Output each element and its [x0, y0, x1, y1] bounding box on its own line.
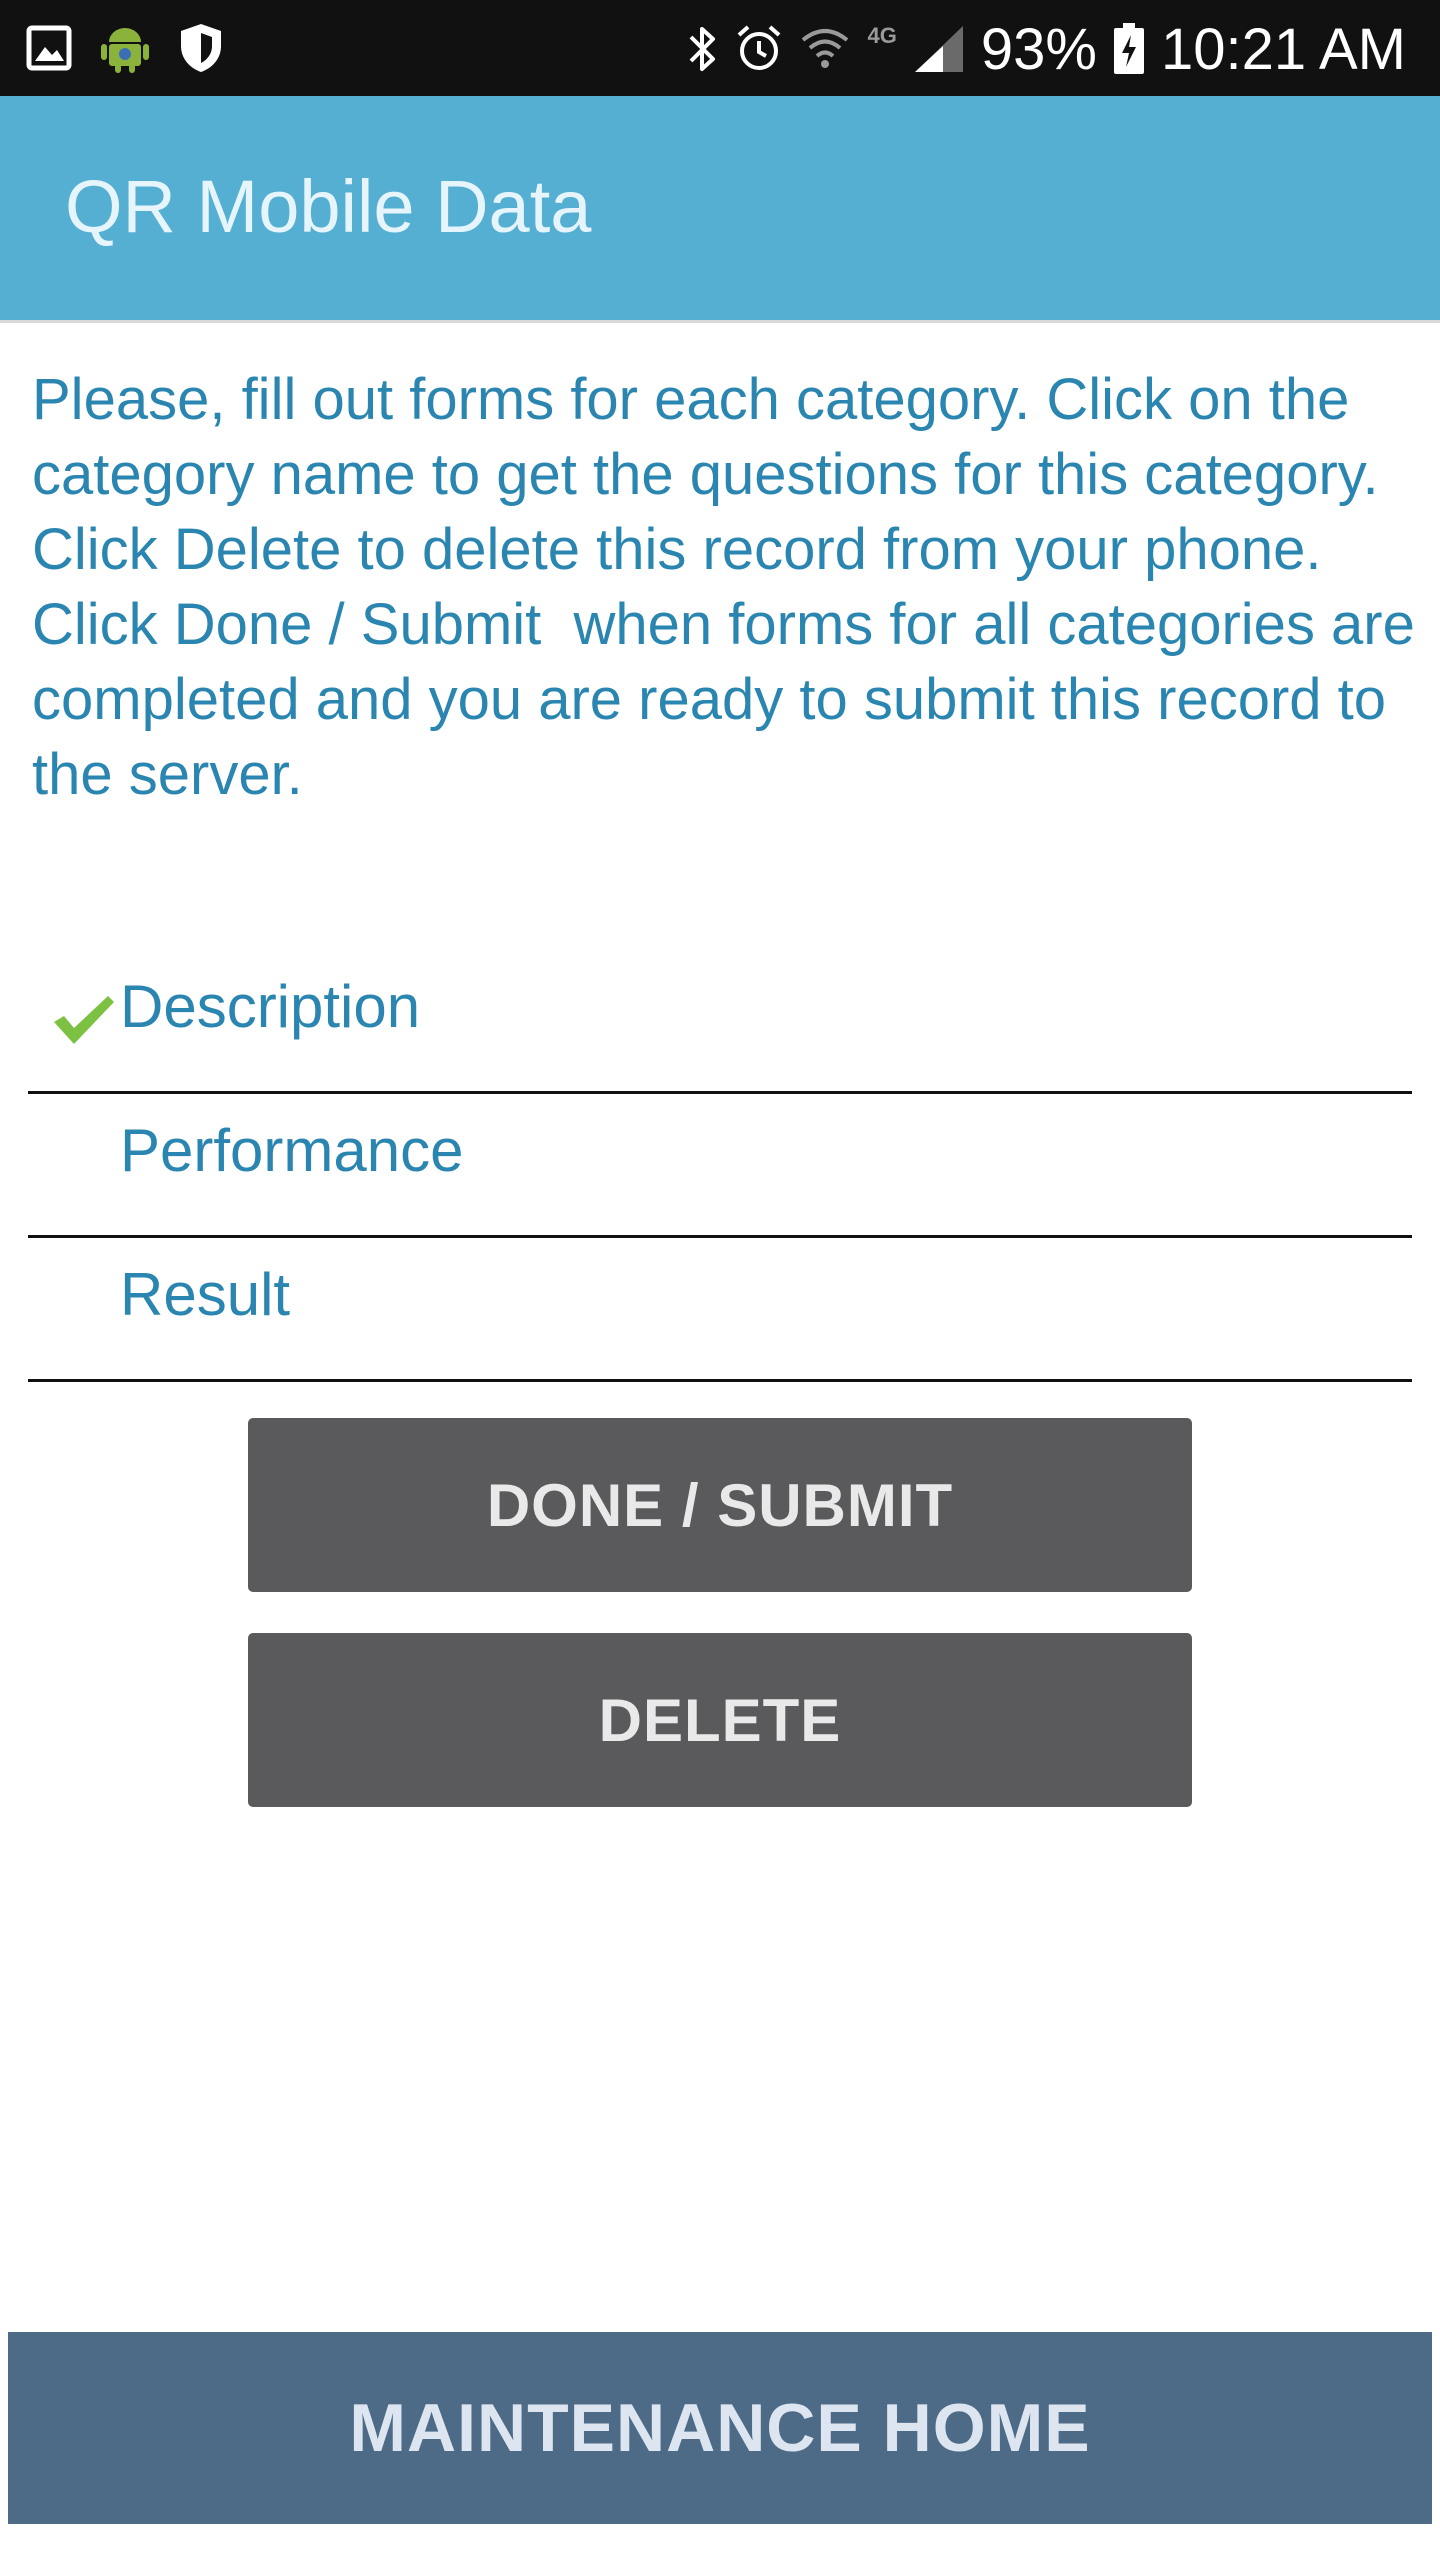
signal-icon — [913, 24, 965, 74]
battery-percent: 93% — [980, 16, 1097, 82]
delete-button[interactable]: DELETE — [248, 1633, 1192, 1807]
battery-icon — [1113, 23, 1145, 75]
status-bar-right: 4G 93% 10:21 AM — [685, 14, 1406, 84]
maintenance-home-button[interactable]: MAINTENANCE HOME — [8, 2332, 1432, 2524]
bluetooth-icon — [685, 23, 719, 75]
android-icon — [100, 22, 150, 74]
wifi-icon — [799, 24, 851, 74]
app-title: QR Mobile Data — [65, 165, 592, 248]
alarm-icon — [735, 23, 783, 75]
shield-icon — [178, 22, 224, 74]
status-bar-left — [26, 18, 224, 78]
clock: 10:21 AM — [1160, 16, 1406, 82]
category-label: Performance — [120, 1117, 464, 1184]
done-submit-button[interactable]: DONE / SUBMIT — [248, 1418, 1192, 1592]
image-icon — [26, 25, 72, 71]
network-4g-icon: 4G — [867, 23, 897, 48]
category-list: Description Performance Result — [28, 950, 1412, 1382]
category-item-performance[interactable]: Performance — [28, 1094, 1412, 1238]
checkmark-icon — [50, 992, 116, 1048]
instructions-text: Please, fill out forms for each category… — [32, 367, 1432, 807]
category-item-description[interactable]: Description — [28, 950, 1412, 1094]
category-label: Description — [120, 973, 421, 1040]
app-bar-divider — [0, 320, 1440, 323]
app-bar: QR Mobile Data — [0, 96, 1440, 320]
category-label: Result — [120, 1261, 291, 1328]
status-bar: 4G 93% 10:21 AM — [0, 0, 1440, 96]
category-item-result[interactable]: Result — [28, 1238, 1412, 1382]
